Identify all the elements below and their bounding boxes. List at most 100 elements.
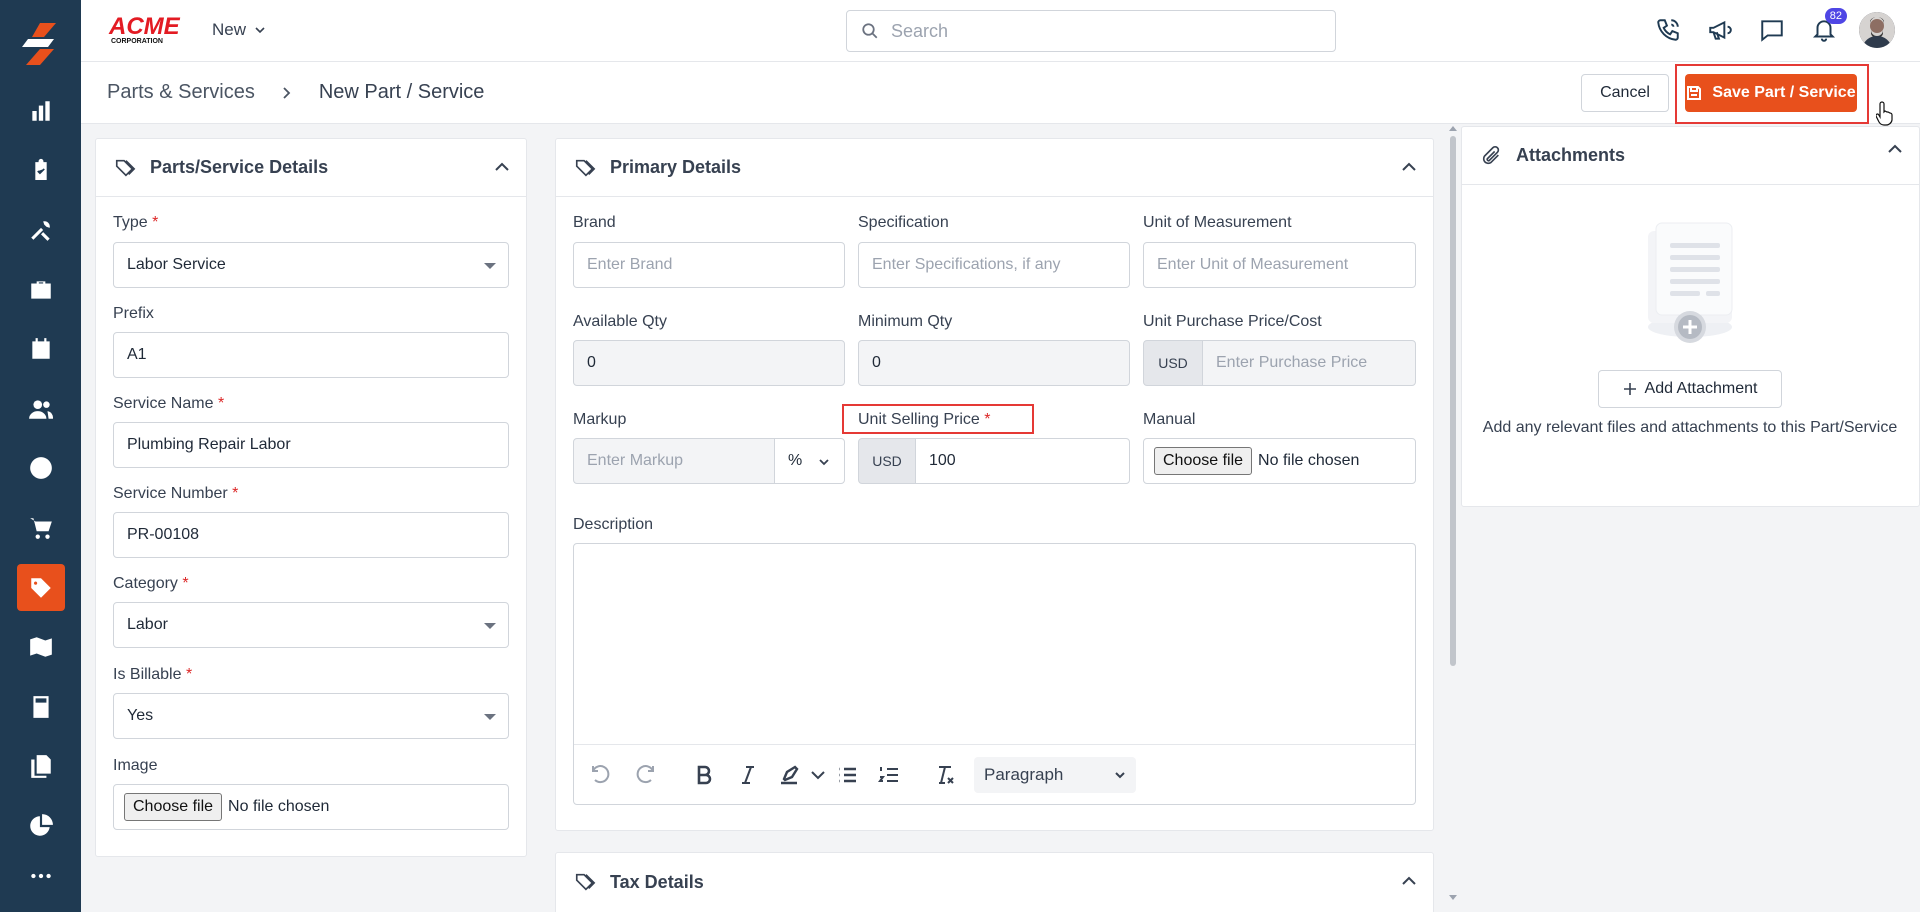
service-number-input[interactable] [113,512,509,558]
manual-file-input[interactable]: Choose file No file chosen [1143,438,1416,484]
undo-button[interactable] [589,763,613,787]
scroll-thumb[interactable] [1450,136,1456,666]
italic-button[interactable] [736,763,760,787]
bullet-list-button[interactable] [835,763,859,787]
category-label: Category * [113,575,189,593]
sidebar-item-documents[interactable] [17,743,65,790]
primary-details-header[interactable]: Primary Details [556,139,1433,197]
add-attachment-button[interactable]: Add Attachment [1598,370,1782,408]
uom-input[interactable] [1143,242,1416,288]
briefcase-icon [30,280,51,299]
required-marker: * [232,485,239,502]
tax-details-header[interactable]: Tax Details [556,853,1433,911]
clear-format-icon [939,766,954,784]
service-name-label-text: Service Name [113,395,214,412]
scrollbar[interactable] [1448,124,1458,912]
chevron-up-icon[interactable] [1399,871,1419,891]
required-marker: * [217,395,225,412]
available-qty-input[interactable] [573,340,845,386]
sidebar-item-tools[interactable] [17,207,65,254]
lightning-logo-icon [21,22,56,65]
sidebar-item-calendar[interactable] [17,326,65,373]
save-icon [1687,86,1702,100]
map-icon [29,637,52,657]
markup-unit-select[interactable]: % [774,438,845,484]
type-label-text: Type [113,214,148,231]
billable-label: Is Billable * [113,666,192,684]
sidebar-item-more[interactable] [17,852,65,899]
billable-select[interactable]: Yes [113,693,509,739]
chevron-right-icon [283,86,291,99]
chevron-up-icon[interactable] [492,157,512,177]
cart-icon [29,518,52,539]
parts-service-details-header[interactable]: Parts/Service Details [96,139,526,197]
choose-file-button[interactable]: Choose file [1154,447,1253,475]
page-header: Parts & Services New Part / Service Canc… [81,62,1920,124]
phone-button[interactable] [1651,12,1685,48]
sidebar-item-parts-services[interactable] [16,564,65,611]
calculator-icon [32,695,49,718]
redo-button[interactable] [633,763,657,787]
company-logo[interactable]: ACME CORPORATION [107,12,187,46]
sidebar-item-customers[interactable] [17,385,65,432]
selling-price-label: Unit Selling Price * [858,411,991,429]
sidebar-item-analytics[interactable] [17,803,65,850]
search-box[interactable] [846,10,1336,52]
save-button[interactable]: Save Part / Service [1685,74,1857,112]
description-label: Description [573,516,654,533]
sidebar-item-jobs[interactable] [17,147,65,194]
top-bar: ACME CORPORATION New 82 [81,0,1920,62]
clear-format-button[interactable] [933,763,957,787]
search-input[interactable] [891,20,1311,42]
purchase-price-input[interactable] [1202,340,1416,386]
sidebar-item-timesheets[interactable] [17,445,65,492]
scroll-up-icon[interactable] [1448,124,1458,132]
image-label: Image [113,757,158,774]
description-editor[interactable]: Paragraph [573,543,1416,805]
paragraph-style-select[interactable]: Paragraph [974,757,1136,793]
category-select[interactable]: Labor [113,602,509,648]
type-select[interactable]: Labor Service [113,242,509,288]
notifications-button[interactable]: 82 [1807,8,1847,48]
chevron-up-icon[interactable] [1885,139,1905,159]
app-logo[interactable] [0,0,81,87]
user-avatar[interactable] [1859,12,1895,48]
announcements-button[interactable] [1703,12,1737,48]
messages-button[interactable] [1755,12,1789,48]
manual-label: Manual [1143,411,1196,428]
choose-file-button[interactable]: Choose file [124,793,223,821]
prefix-input[interactable] [113,332,509,378]
page-title: New Part / Service [318,81,485,103]
card-title: Attachments [1516,145,1626,165]
service-name-input[interactable] [113,422,509,468]
cancel-button[interactable]: Cancel [1581,74,1669,112]
sidebar-item-projects[interactable] [17,266,65,313]
caret-down-icon [484,623,496,629]
breadcrumb-parent[interactable]: Parts & Services [107,81,255,104]
svg-text:CORPORATION: CORPORATION [111,38,163,45]
attachments-header[interactable]: Attachments [1462,127,1919,185]
paragraph-style-value: Paragraph [984,765,1064,784]
image-file-input[interactable]: Choose file No file chosen [113,784,509,830]
scroll-down-icon[interactable] [1448,894,1458,902]
sidebar-item-estimates[interactable] [17,684,65,731]
numbered-list-button[interactable] [877,763,901,787]
brand-input[interactable] [573,242,845,288]
sidebar-item-reports[interactable] [17,87,65,134]
sidebar-item-purchasing[interactable] [17,505,65,552]
specification-input[interactable] [858,242,1130,288]
highlight-dropdown[interactable] [806,763,825,787]
avatar-photo-icon [1859,12,1895,48]
acme-logo-icon: ACME CORPORATION [108,13,181,45]
type-label: Type * [113,214,158,232]
bold-icon [697,765,712,785]
bold-button[interactable] [692,763,716,787]
sidebar-item-map[interactable] [17,624,65,671]
new-menu[interactable]: New [212,20,266,40]
chart-bar-icon [31,100,50,121]
selling-price-input[interactable] [915,438,1130,484]
chevron-up-icon[interactable] [1399,157,1419,177]
minimum-qty-input[interactable] [858,340,1130,386]
highlight-button[interactable] [777,763,801,787]
markup-input[interactable] [573,438,775,484]
